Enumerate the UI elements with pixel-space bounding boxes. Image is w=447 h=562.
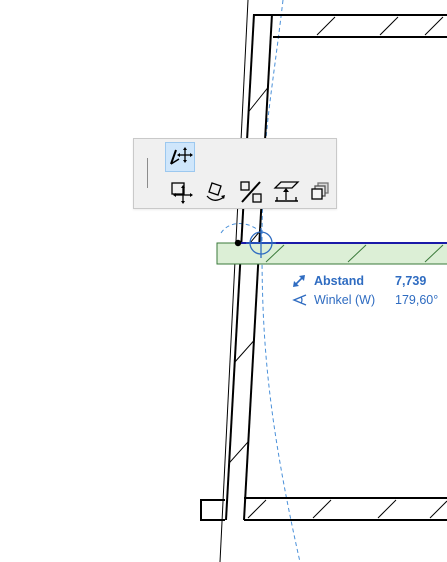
palette-separator (147, 158, 148, 188)
distance-icon (292, 274, 314, 288)
angle-row: Winkel (W) 179,60° (292, 290, 438, 309)
drag-vertex-button[interactable] (165, 142, 195, 172)
wall-stub (200, 499, 225, 521)
rotate-icon (206, 182, 225, 201)
mirror-icon (240, 181, 262, 203)
rotate-button[interactable] (201, 177, 231, 207)
elevate-icon (273, 181, 300, 202)
wall-bottom (244, 497, 447, 521)
move-button[interactable] (166, 177, 196, 207)
wall-top (254, 14, 447, 38)
wall-vertical (225, 13, 273, 521)
reference-line (219, 0, 249, 562)
angle-label: Winkel (W) (314, 292, 376, 307)
distance-label: Abstand (314, 273, 364, 288)
multiply-icon (311, 182, 329, 200)
drag-vertex-icon (170, 147, 193, 165)
distance-value[interactable]: 7,739 (395, 274, 426, 288)
move-icon (171, 182, 193, 204)
elevate-button[interactable] (271, 177, 301, 207)
angle-icon (292, 293, 314, 307)
multiply-button[interactable] (305, 177, 335, 207)
guide-arc-small (220, 223, 259, 234)
pet-palette (133, 138, 337, 209)
coordinate-tracker: Abstand 7,739 Winkel (W) 179,60° (292, 271, 438, 309)
reference-point[interactable] (234, 239, 242, 247)
mirror-button[interactable] (236, 177, 266, 207)
wall-preview (216, 242, 447, 265)
angle-value[interactable]: 179,60° (395, 293, 438, 307)
distance-row: Abstand 7,739 (292, 271, 438, 290)
